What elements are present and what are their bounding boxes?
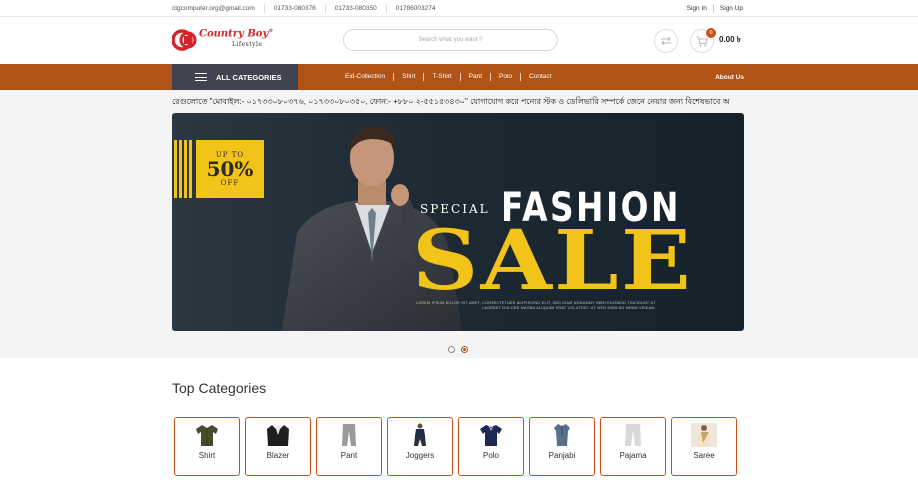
notice-marquee: রেগুলোতে "মোবাইল:- ০১৭৩৩০৮০৩৭৬, ০১৭৩৩০৮০… (172, 96, 730, 106)
cart-count-badge: 0 (706, 28, 716, 38)
category-list: Shirt Blazer Pant Joggers Polo Panjabi P… (174, 417, 737, 476)
pajama-icon (625, 424, 641, 446)
nav-item-about-us[interactable]: About Us (715, 64, 744, 90)
nav-item-t-shirt[interactable]: T-Shirt (424, 73, 461, 81)
category-label: Blazer (266, 451, 290, 460)
badge-bottom-text: OFF (220, 179, 240, 187)
category-card-pajama[interactable]: Pajama (600, 417, 666, 476)
blazer-icon (267, 425, 289, 446)
nav-item-polo[interactable]: Polo (491, 73, 522, 81)
saree-icon (691, 423, 717, 447)
sign-in-link[interactable]: Sign In (681, 4, 714, 13)
category-label: Pant (340, 451, 358, 460)
pant-icon (342, 424, 356, 446)
contact-info: ctgcomputer.org@gmail.com 01733-080376 0… (172, 0, 444, 17)
category-card-saree[interactable]: Saree (671, 417, 737, 476)
banner-sale: SALE (412, 213, 694, 309)
main-nav: ALL CATEGORIES Eid-Collection Shirt T-Sh… (0, 64, 918, 90)
nav-item-contact[interactable]: Contact (521, 73, 559, 81)
site-logo[interactable]: Country Boy® Lifestyle (172, 27, 274, 54)
panjabi-icon (554, 424, 570, 446)
search-input[interactable]: Search what you want ? (343, 29, 558, 51)
compare-button[interactable] (654, 29, 678, 53)
shirt-icon (196, 425, 218, 446)
slider-dots (448, 346, 468, 353)
nav-item-shirt[interactable]: Shirt (394, 73, 425, 81)
category-card-shirt[interactable]: Shirt (174, 417, 240, 476)
category-label: Saree (693, 451, 715, 460)
email-link[interactable]: ctgcomputer.org@gmail.com (172, 4, 265, 13)
sign-up-link[interactable]: Sign Up (714, 4, 743, 13)
category-label: Panjabi (548, 451, 576, 460)
hero-banner[interactable]: UP TO 50% OFF SPECIAL FASHION SALE LOREM… (172, 113, 744, 331)
category-card-panjabi[interactable]: Panjabi (529, 417, 595, 476)
joggers-icon (414, 423, 426, 446)
badge-value: 50% (206, 157, 254, 181)
category-card-polo[interactable]: Polo (458, 417, 524, 476)
logo-mark-icon (172, 29, 197, 51)
logo-subtitle: Lifestyle (232, 41, 263, 48)
slider-dot-1[interactable] (448, 346, 455, 353)
category-label: Shirt (198, 451, 216, 460)
category-label: Pajama (619, 451, 647, 460)
category-card-pant[interactable]: Pant (316, 417, 382, 476)
banner-description: LOREM IPSUM DOLOR SIT AMET, CONSECTETUER… (416, 301, 656, 310)
polo-icon (480, 425, 502, 446)
top-categories-title: Top Categories (172, 380, 267, 396)
top-bar: ctgcomputer.org@gmail.com 01733-080376 0… (0, 0, 918, 17)
cart-total[interactable]: 0.00 ৳ (719, 34, 741, 47)
category-label: Polo (482, 451, 499, 460)
slider-dot-2[interactable] (461, 346, 468, 353)
menu-icon (195, 73, 207, 82)
category-label: Joggers (405, 451, 435, 460)
discount-badge: UP TO 50% OFF (196, 140, 264, 198)
nav-item-eid-collection[interactable]: Eid-Collection (337, 73, 395, 81)
cart-icon (696, 36, 708, 46)
phone-2[interactable]: 01733-080350 (326, 4, 387, 13)
all-categories-button[interactable]: ALL CATEGORIES (172, 64, 298, 90)
phone-1[interactable]: 01733-080376 (265, 4, 326, 13)
site-header: Country Boy® Lifestyle Search what you w… (0, 17, 918, 64)
category-card-joggers[interactable]: Joggers (387, 417, 453, 476)
nav-item-pant[interactable]: Pant (461, 73, 492, 81)
phone-3[interactable]: 01786003274 (387, 4, 445, 13)
compare-icon (661, 36, 671, 46)
nav-menu: Eid-Collection Shirt T-Shirt Pant Polo C… (337, 64, 559, 90)
account-links: Sign In Sign Up (681, 0, 743, 17)
badge-stripes (174, 140, 194, 198)
logo-brand: Country Boy® (199, 28, 274, 40)
all-categories-label: ALL CATEGORIES (216, 72, 282, 82)
category-card-blazer[interactable]: Blazer (245, 417, 311, 476)
